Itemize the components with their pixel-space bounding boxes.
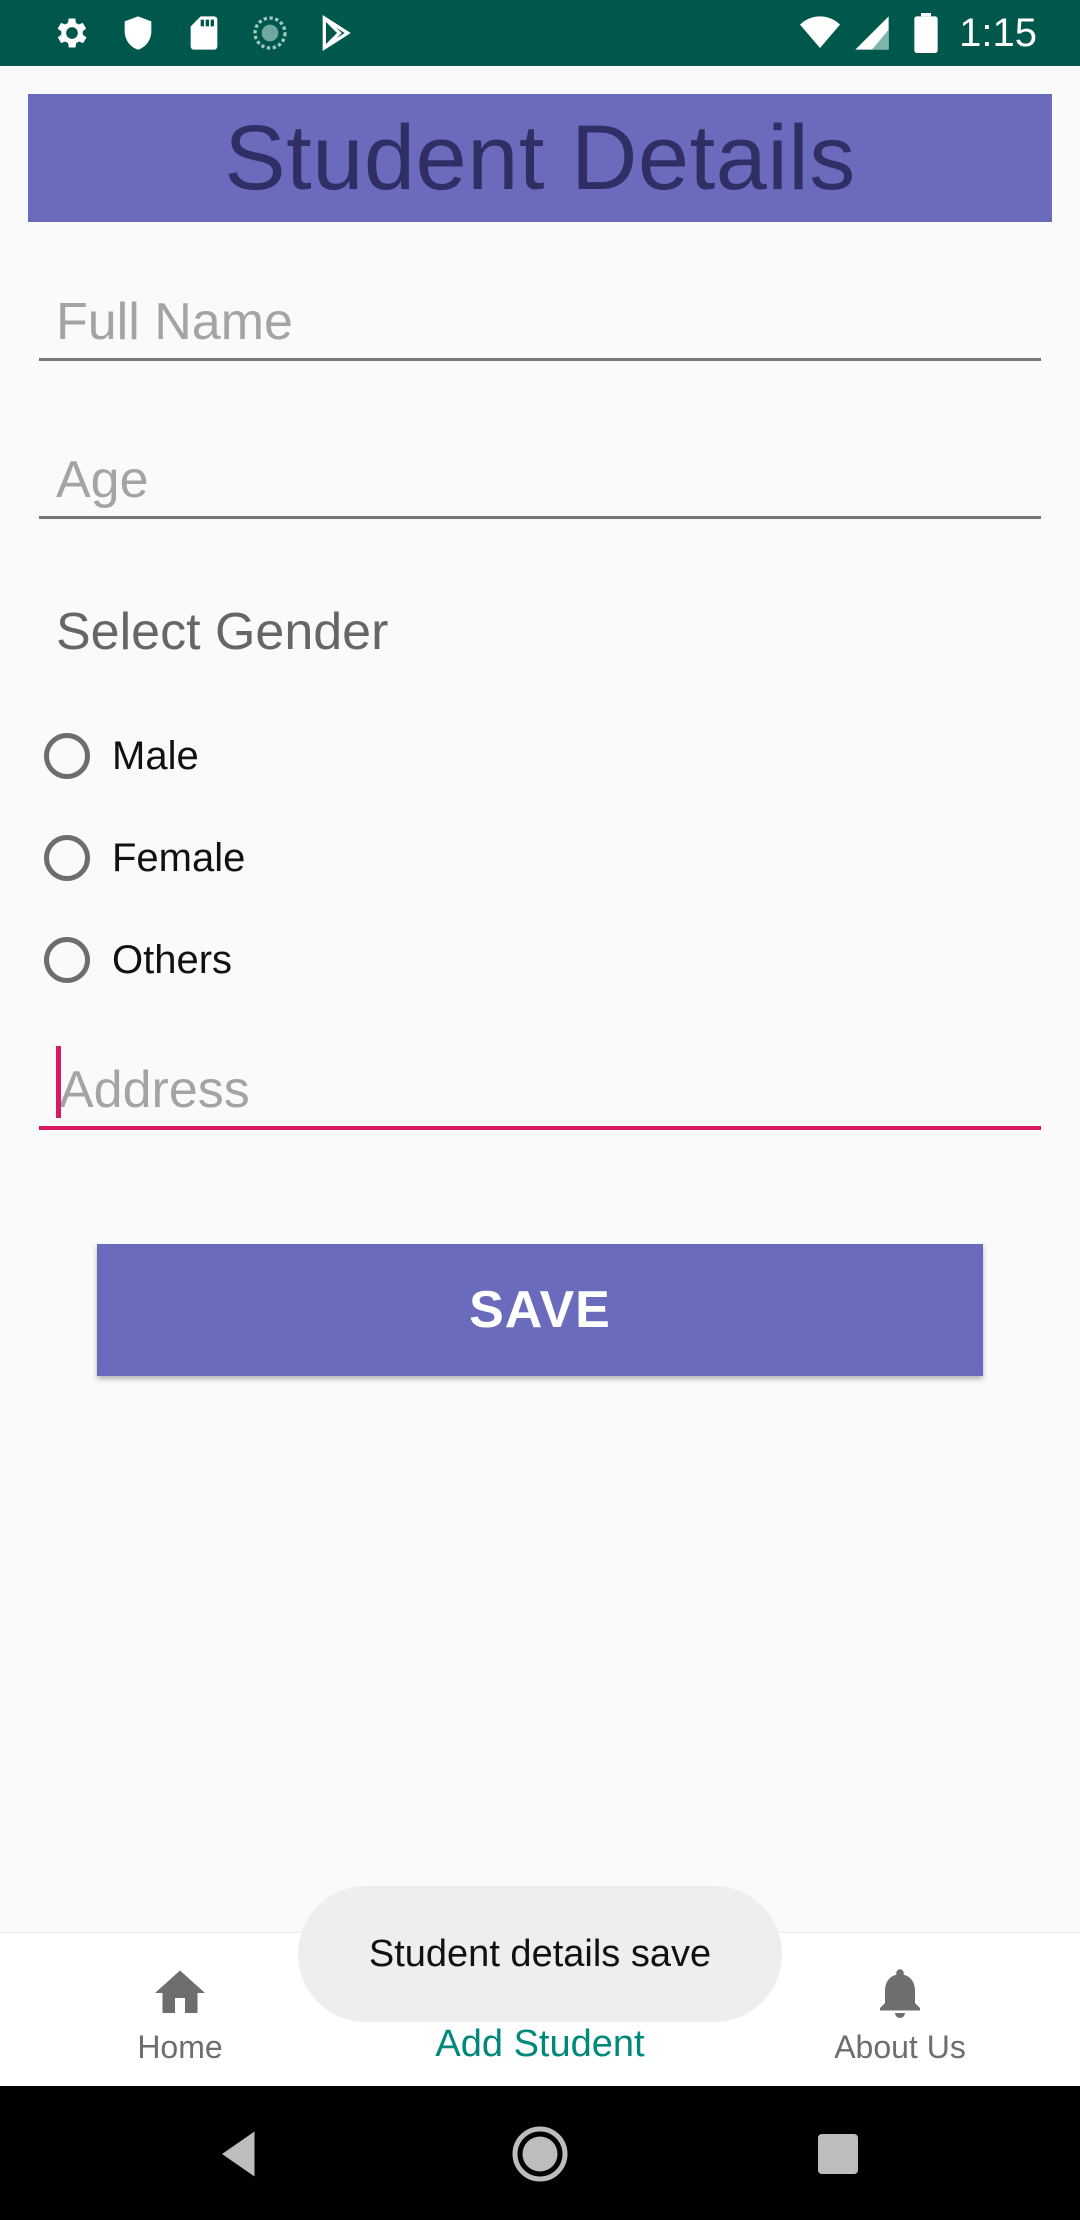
radio-circle-icon[interactable] — [44, 733, 90, 779]
sync-icon — [250, 13, 290, 53]
text-cursor — [56, 1046, 61, 1118]
page-title: Student Details — [224, 106, 856, 209]
home-circle-icon[interactable] — [510, 2124, 570, 2184]
signal-icon — [852, 13, 892, 53]
nav-label: Home — [137, 2029, 223, 2065]
address-input[interactable] — [59, 1060, 1019, 1120]
play-store-icon — [316, 13, 356, 53]
wifi-icon — [796, 13, 844, 53]
gender-section-label: Select Gender — [56, 603, 389, 661]
battery-icon — [912, 13, 940, 53]
shield-icon — [118, 13, 158, 53]
radio-label: Female — [112, 835, 246, 880]
recents-icon[interactable] — [808, 2124, 868, 2184]
status-time: 1:15 — [959, 11, 1037, 55]
radio-circle-icon[interactable] — [44, 937, 90, 983]
full-name-input[interactable] — [56, 292, 1016, 352]
radio-female[interactable]: Female — [44, 828, 245, 888]
sd-card-icon — [184, 13, 224, 53]
bell-icon — [870, 1963, 930, 2023]
full-name-field-container — [39, 278, 1041, 361]
title-bar: Student Details — [28, 94, 1052, 222]
radio-label: Others — [112, 937, 233, 982]
toast-message: Student details save — [298, 1886, 782, 2022]
radio-others[interactable]: Others — [44, 930, 232, 990]
address-field-container — [39, 1046, 1041, 1130]
system-navigation-bar — [0, 2086, 1080, 2220]
radio-circle-icon[interactable] — [44, 835, 90, 881]
age-input[interactable] — [56, 450, 1016, 510]
back-icon[interactable] — [212, 2124, 272, 2184]
status-bar: 1:15 — [0, 0, 1080, 66]
settings-icon — [52, 13, 92, 53]
radio-male[interactable]: Male — [44, 726, 199, 786]
age-field-container — [39, 436, 1041, 519]
home-icon — [150, 1963, 210, 2023]
nav-label: About Us — [834, 2029, 966, 2065]
nav-label: Add Student — [435, 2023, 645, 2065]
save-button[interactable]: SAVE — [97, 1244, 983, 1376]
radio-label: Male — [112, 733, 199, 778]
